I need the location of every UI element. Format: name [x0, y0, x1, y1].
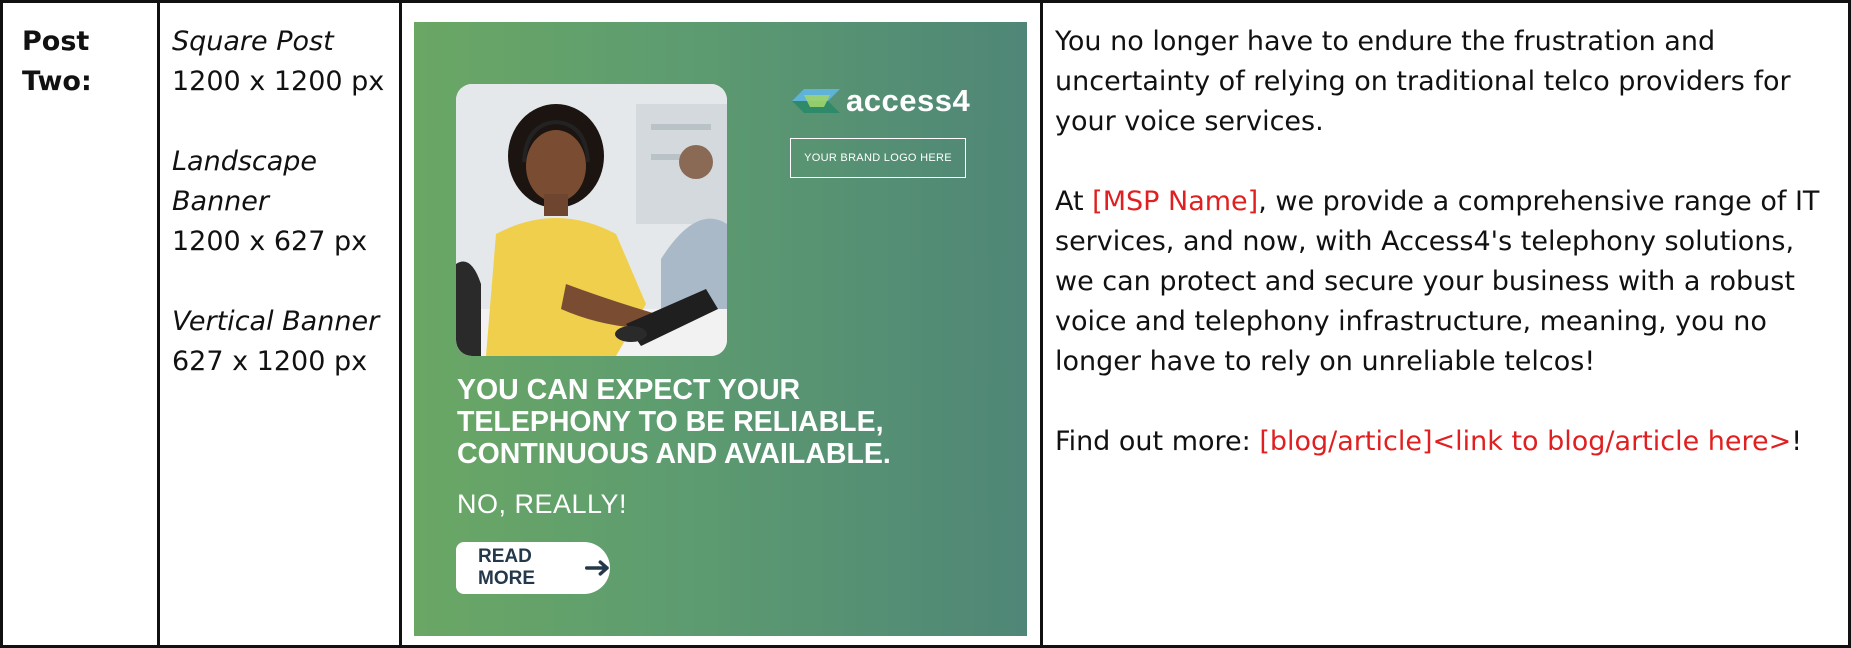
- banner-headline: YOU CAN EXPECT YOUR TELEPHONY TO BE RELI…: [457, 374, 1017, 470]
- brand-logo-placeholder: YOUR BRAND LOGO HERE: [790, 138, 966, 178]
- copy-paragraph-1: You no longer have to endure the frustra…: [1055, 26, 1791, 137]
- arrow-right-icon: [584, 560, 609, 576]
- row-label-line-2: Two:: [22, 66, 92, 97]
- column-divider-2: [399, 0, 402, 648]
- size-dimensions: 1200 x 1200 px: [172, 66, 385, 97]
- row-label-line-1: Post: [22, 26, 90, 57]
- copy-text: At: [1055, 186, 1093, 217]
- headline-line: CONTINUOUS AND AVAILABLE.: [457, 438, 891, 470]
- copy-paragraph-3: Find out more: [blog/article]<link to bl…: [1055, 422, 1825, 462]
- access4-logo-mark-icon: [792, 89, 840, 113]
- access4-logo-text: access4: [846, 83, 971, 118]
- banner-creative: access4 YOUR BRAND LOGO HERE YOU CAN EXP…: [414, 22, 1027, 636]
- banner-subheadline: NO, REALLY!: [457, 489, 628, 519]
- column-divider-3: [1040, 0, 1043, 648]
- headline-line: TELEPHONY TO BE RELIABLE,: [457, 406, 884, 438]
- row-label: Post Two:: [22, 22, 92, 102]
- headline-line: YOU CAN EXPECT YOUR: [457, 374, 801, 406]
- copy-text: !: [1791, 426, 1803, 457]
- size-specs: Square Post 1200 x 1200 px Landscape Ban…: [172, 22, 384, 382]
- size-dimensions: 627 x 1200 px: [172, 346, 368, 377]
- column-divider-1: [157, 0, 160, 648]
- agent-photo-illustration: [456, 84, 727, 356]
- msp-name-placeholder: [MSP Name]: [1092, 186, 1259, 217]
- read-more-button[interactable]: READ MORE: [456, 542, 610, 594]
- table-top-border: [0, 0, 1851, 3]
- size-name: Landscape: [172, 146, 318, 177]
- read-more-label: READ MORE: [478, 546, 535, 589]
- table-left-border: [0, 0, 3, 648]
- agent-photo: [456, 84, 727, 356]
- size-name: Banner: [172, 186, 270, 217]
- size-dimensions: 1200 x 627 px: [172, 226, 368, 257]
- size-name: Vertical Banner: [172, 306, 380, 337]
- copy-text: Find out more:: [1055, 426, 1260, 457]
- access4-logo: access4: [790, 82, 970, 120]
- size-name: Square Post: [172, 26, 334, 57]
- blog-link-placeholder[interactable]: [blog/article]<link to blog/article here…: [1259, 426, 1791, 457]
- copy-paragraph-2: At [MSP Name], we provide a comprehensiv…: [1055, 182, 1825, 382]
- post-copy: You no longer have to endure the frustra…: [1055, 22, 1825, 462]
